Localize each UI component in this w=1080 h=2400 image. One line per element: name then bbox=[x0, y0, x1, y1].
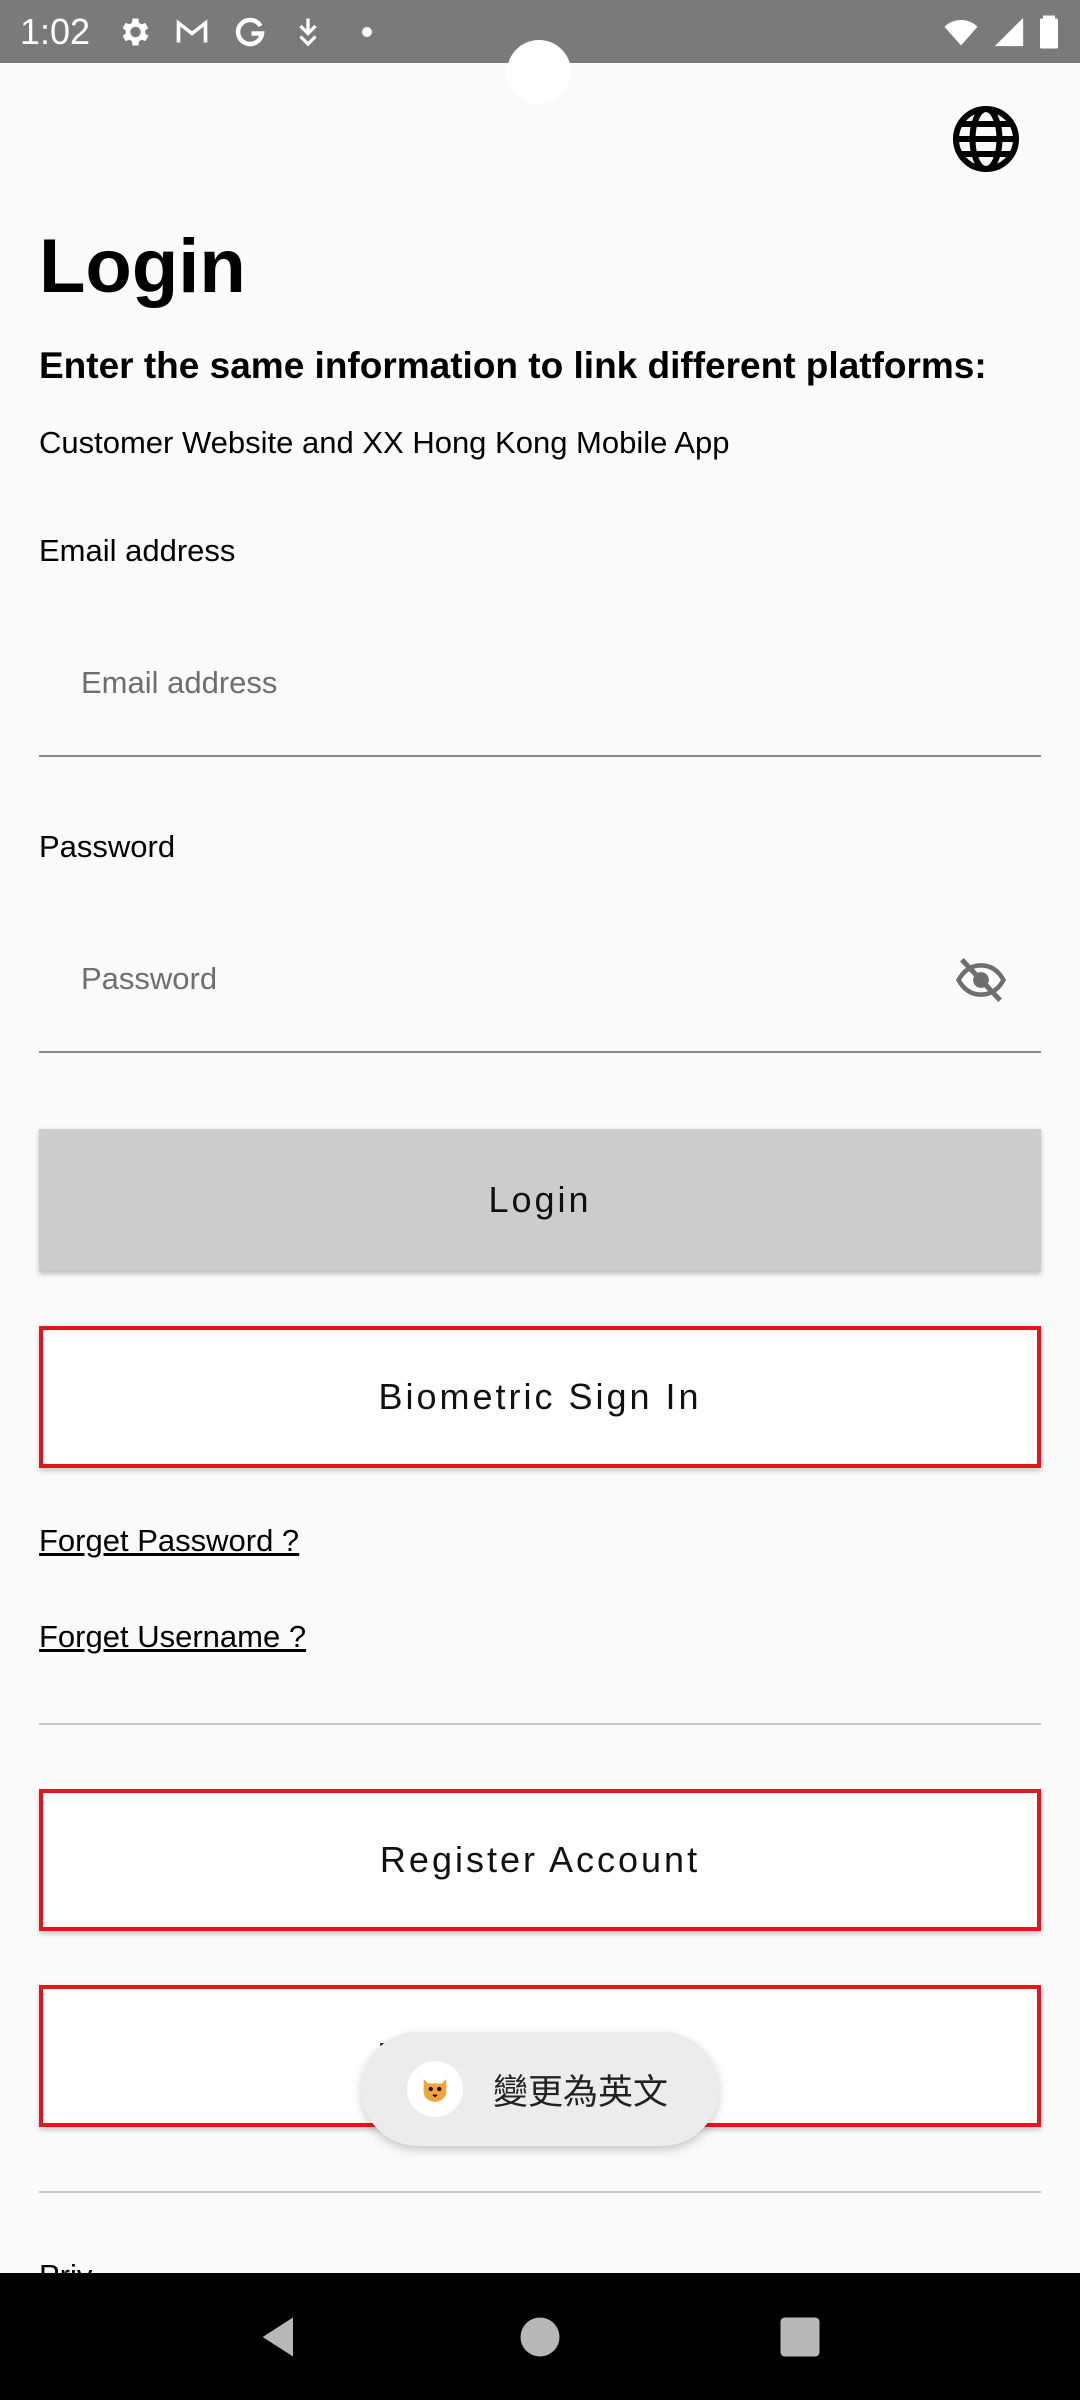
download-icon bbox=[299, 18, 317, 46]
forget-username-link[interactable]: Forget Username ? bbox=[39, 1619, 306, 1655]
password-field-container bbox=[39, 907, 1041, 1053]
password-field[interactable] bbox=[81, 961, 961, 997]
email-field-container bbox=[39, 611, 1041, 757]
divider bbox=[39, 1723, 1041, 1725]
wifi-icon bbox=[944, 19, 978, 45]
settings-icon bbox=[122, 18, 149, 45]
page-title: Login bbox=[39, 224, 246, 309]
page-subtitle: Enter the same information to link diffe… bbox=[39, 345, 987, 386]
battery-icon bbox=[1040, 15, 1058, 48]
login-screen: Login Enter the same information to link… bbox=[0, 63, 1080, 2273]
navigation-bar bbox=[0, 2273, 1080, 2400]
divider bbox=[39, 2191, 1041, 2193]
google-icon bbox=[235, 17, 265, 46]
register-account-button[interactable]: Register Account bbox=[39, 1789, 1041, 1931]
back-icon[interactable] bbox=[254, 2311, 306, 2363]
email-label: Email address bbox=[39, 533, 236, 568]
tiger-icon bbox=[407, 2061, 463, 2117]
visibility-off-icon[interactable] bbox=[951, 953, 1011, 1007]
dot-icon bbox=[362, 26, 373, 37]
recents-icon[interactable] bbox=[774, 2311, 826, 2363]
page-description: Customer Website and XX Hong Kong Mobile… bbox=[39, 425, 730, 460]
gmail-icon bbox=[176, 18, 208, 42]
biometric-sign-in-button[interactable]: Biometric Sign In bbox=[39, 1326, 1041, 1468]
notification-icons bbox=[116, 14, 373, 50]
home-icon[interactable] bbox=[514, 2311, 566, 2363]
signal-icon bbox=[994, 17, 1024, 46]
forget-password-link[interactable]: Forget Password ? bbox=[39, 1523, 299, 1559]
language-toast: 變更為英文 bbox=[361, 2032, 719, 2146]
toast-message: 變更為英文 bbox=[493, 2072, 669, 2113]
password-label: Password bbox=[39, 829, 176, 864]
email-field[interactable] bbox=[81, 665, 961, 701]
login-button[interactable]: Login bbox=[39, 1129, 1041, 1271]
system-icons bbox=[942, 14, 1060, 50]
status-time: 1:02 bbox=[20, 10, 91, 52]
language-globe-icon[interactable] bbox=[950, 103, 1022, 175]
privacy-text-partial[interactable]: Priv… bbox=[39, 2258, 123, 2273]
